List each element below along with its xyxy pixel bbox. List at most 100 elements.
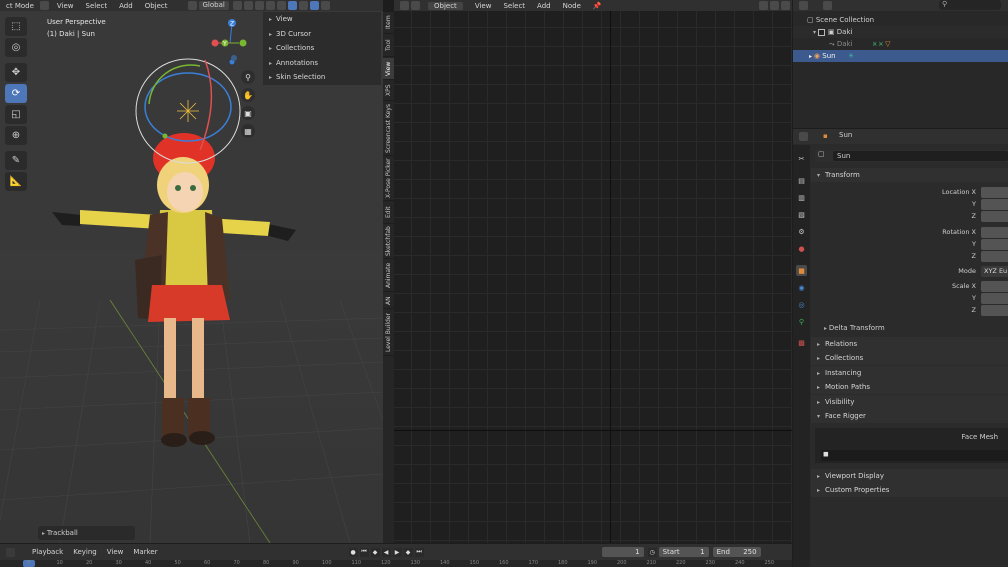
menu-view[interactable]: View (102, 548, 129, 556)
render-icon[interactable]: ▤ (796, 175, 807, 186)
sidebar-tab[interactable]: Item (383, 12, 394, 34)
pivot-icon[interactable] (232, 1, 242, 10)
npanel-collections[interactable]: ▸ Collections (263, 41, 381, 56)
prev-keyframe-icon[interactable]: ◆ (370, 547, 380, 557)
pin-icon[interactable]: 📌 (587, 2, 608, 10)
rotation-mode-dropdown[interactable]: XYZ Eu (981, 266, 1008, 277)
cursor-icon[interactable]: ◎ (5, 38, 27, 57)
display-mode-icon[interactable] (823, 1, 832, 10)
sidebar-tab[interactable]: Sketchfab (383, 225, 394, 259)
outliner-search-input[interactable]: ⚲ (939, 0, 1001, 10)
transform-panel-header[interactable]: ▾ Transform (811, 168, 1008, 182)
output-icon[interactable]: ▥ (796, 192, 807, 203)
face-rigger-panel-header[interactable]: ▾ Face Rigger (811, 409, 1008, 423)
menu-view[interactable]: View (51, 2, 80, 10)
npanel-skin-selection[interactable]: ▸ Skin Selection (263, 70, 381, 85)
scale-icon[interactable]: ◱ (5, 105, 27, 124)
node-mode-dropdown[interactable]: Object (428, 1, 463, 10)
custom-properties-panel-header[interactable]: ▸ Custom Properties (811, 483, 1008, 497)
frame-start-field[interactable]: Start 1 (658, 547, 709, 557)
outliner-scene-collection[interactable]: ▢ Scene Collection (793, 14, 1008, 26)
interaction-mode-dropdown[interactable]: ct Mode (0, 2, 40, 10)
location-x-field[interactable] (981, 187, 1008, 198)
face-mesh-field[interactable]: ◼ (821, 450, 1008, 461)
sidebar-tab[interactable]: Level Builder (383, 310, 394, 356)
location-z-field[interactable] (981, 211, 1008, 222)
texture-icon[interactable]: ▩ (796, 337, 807, 348)
jump-start-icon[interactable]: ⏮ (359, 547, 369, 557)
select-box-icon[interactable]: ⬚ (5, 17, 27, 36)
rotate-icon[interactable]: ⟳ (5, 84, 27, 103)
menu-add[interactable]: Add (531, 2, 557, 10)
scale-x-field[interactable] (981, 281, 1008, 292)
hand-pan-icon[interactable]: ✋ (241, 88, 255, 102)
menu-node[interactable]: Node (557, 2, 587, 10)
sidebar-tab[interactable]: View (383, 58, 394, 80)
transform-icon[interactable]: ⊕ (5, 126, 27, 145)
instancing-panel-header[interactable]: ▸ Instancing (811, 366, 1008, 380)
visibility-panel-header[interactable]: ▸ Visibility (811, 395, 1008, 409)
sidebar-tab[interactable]: Edit (383, 202, 394, 224)
editor-type-icon[interactable] (400, 1, 409, 10)
checkbox[interactable] (817, 28, 825, 36)
jump-end-icon[interactable]: ⏭ (414, 547, 424, 557)
shading-solid-icon[interactable] (309, 1, 319, 10)
current-frame-field[interactable]: 1 (601, 547, 644, 557)
editor-type-icon[interactable] (799, 1, 808, 10)
navigation-gizmo[interactable]: Z Y (205, 18, 255, 68)
menu-object[interactable]: Object (139, 2, 174, 10)
snap-target-icon[interactable] (254, 1, 264, 10)
record-icon[interactable]: ● (348, 547, 358, 557)
scene-icon[interactable]: ⚙ (796, 226, 807, 237)
rotation-y-field[interactable] (981, 239, 1008, 250)
motion-paths-panel-header[interactable]: ▸ Motion Paths (811, 380, 1008, 394)
rotation-z-field[interactable] (981, 251, 1008, 262)
delta-transform-subpanel[interactable]: ▸ Delta Transform (824, 324, 885, 332)
transform-orientation-dropdown[interactable]: Global (198, 1, 229, 10)
menu-select[interactable]: Select (497, 2, 531, 10)
next-keyframe-icon[interactable]: ◆ (403, 547, 413, 557)
overlay-icon[interactable] (298, 1, 308, 10)
object-name-field[interactable]: Sun (833, 151, 1008, 161)
sidebar-tab[interactable]: Animate (383, 260, 394, 292)
annotate-icon[interactable]: ✎ (5, 151, 27, 170)
viewport-display-panel-header[interactable]: ▸ Viewport Display (811, 469, 1008, 483)
zoom-icon[interactable]: ⚲ (241, 70, 255, 84)
proportional-edit-icon[interactable] (265, 1, 275, 10)
outliner-row[interactable]: ⤳ Daki ⩙ ⩙ ▽ (793, 38, 1008, 50)
last-operator-panel[interactable]: ▸ Trackball (38, 526, 135, 540)
outliner-row-selected[interactable]: ▸ ◉ Sun ☀ (793, 50, 1008, 62)
constraints-icon[interactable]: ◎ (796, 299, 807, 310)
frame-end-field[interactable]: End 250 (712, 547, 761, 557)
menu-playback[interactable]: Playback (27, 548, 68, 556)
light-data-icon[interactable]: ⚲ (796, 316, 807, 327)
scale-z-field[interactable] (981, 305, 1008, 316)
npanel-view[interactable]: ▸ View (263, 12, 381, 27)
overlay-icon[interactable] (770, 1, 779, 10)
sidebar-tab[interactable]: AN (383, 293, 394, 309)
3d-viewport[interactable]: User Perspective (1) Daki | Sun Z Y ⚲ ✋ … (0, 0, 383, 543)
shading-dropdown-icon[interactable] (320, 1, 330, 10)
timeline-ruler[interactable]: 0 10 20 30 40 50 60 70 80 90 100 110 120 130 140 150 160… (0, 560, 792, 567)
camera-icon[interactable]: ▣ (241, 106, 255, 120)
sidebar-tab[interactable]: Tool (383, 35, 394, 57)
clock-icon[interactable]: ◷ (647, 547, 657, 557)
menu-add[interactable]: Add (113, 2, 139, 10)
play-reverse-icon[interactable]: ◀ (381, 547, 391, 557)
npanel-3d-cursor[interactable]: ▸ 3D Cursor (263, 27, 381, 42)
sidebar-tab[interactable]: X-Pose Picker (383, 157, 394, 201)
visibility-icon[interactable] (276, 1, 286, 10)
outliner-row[interactable]: ▾ ▣ Daki (793, 26, 1008, 38)
relations-panel-header[interactable]: ▸ Relations (811, 337, 1008, 351)
menu-keying[interactable]: Keying (68, 548, 102, 556)
rotation-x-field[interactable] (981, 227, 1008, 238)
sidebar-tab[interactable]: Screencast Keys (383, 102, 394, 156)
world-icon[interactable]: ● (796, 243, 807, 254)
menu-select[interactable]: Select (80, 2, 114, 10)
object-properties-icon[interactable]: ■ (796, 265, 807, 276)
measure-icon[interactable]: 📐 (5, 172, 27, 191)
clock-icon[interactable] (6, 547, 15, 557)
physics-icon[interactable]: ◉ (796, 282, 807, 293)
tool-icon[interactable]: ✂ (796, 153, 807, 164)
collections-panel-header[interactable]: ▸ Collections (811, 351, 1008, 365)
